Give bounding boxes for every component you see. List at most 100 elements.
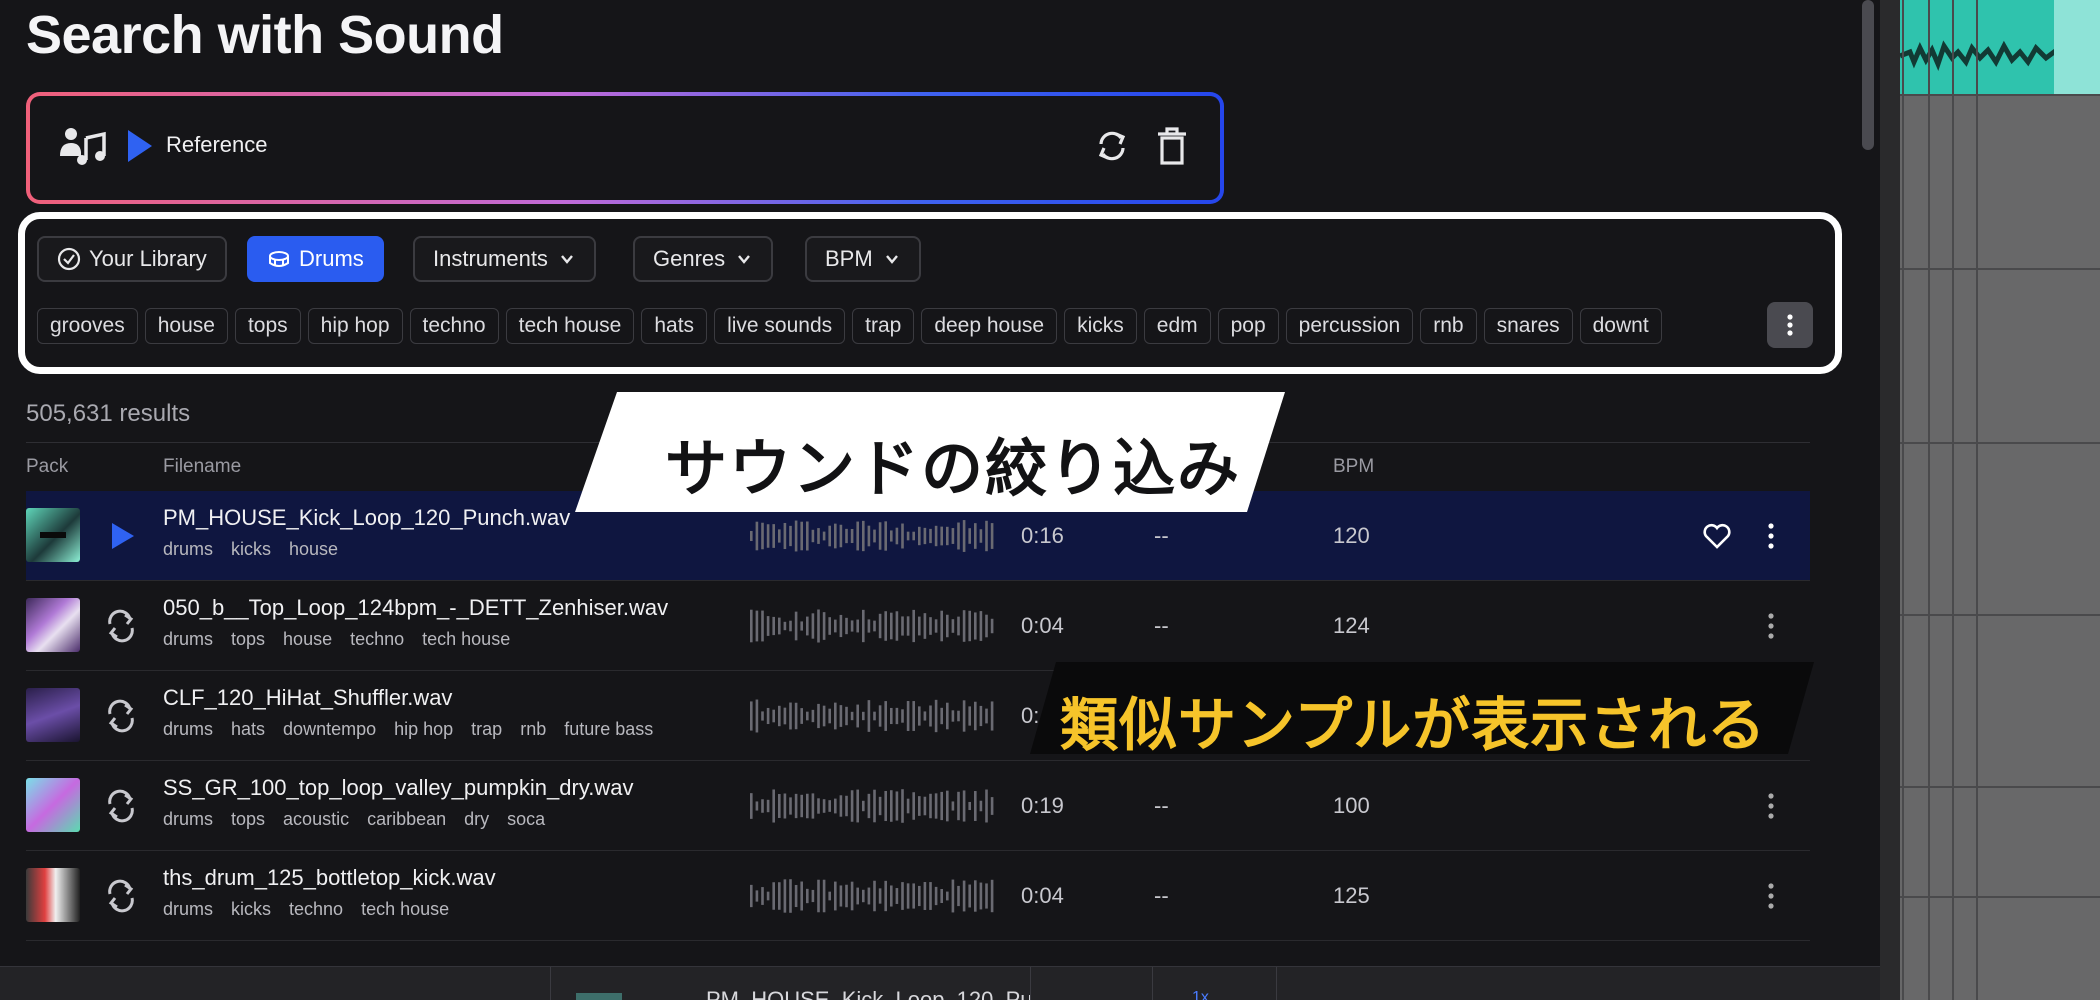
- tag-filter[interactable]: snares: [1483, 308, 1573, 344]
- sample-tag[interactable]: dry: [464, 809, 489, 829]
- reference-label: Reference: [166, 132, 268, 157]
- sounds-app: Search with Sound Reference Your Library…: [0, 0, 1880, 1000]
- chip-label: Genres: [653, 246, 726, 271]
- sample-filename[interactable]: PM_HOUSE_Kick_Loop_120_Punch.wav: [163, 505, 570, 531]
- sample-tag[interactable]: acoustic: [283, 809, 349, 829]
- filter-panel: Your Library Drums Instruments Genres BP…: [18, 212, 1842, 374]
- instruments-dropdown[interactable]: Instruments: [413, 236, 596, 282]
- sample-filename[interactable]: CLF_120_HiHat_Shuffler.wav: [163, 685, 452, 711]
- sample-tag[interactable]: hats: [231, 719, 265, 739]
- results-count: 505,631 results: [26, 400, 191, 427]
- more-vertical-icon[interactable]: [1766, 521, 1776, 551]
- drums-chip[interactable]: Drums: [247, 236, 384, 282]
- sample-tag[interactable]: tops: [231, 809, 265, 829]
- loop-icon[interactable]: [104, 879, 138, 913]
- column-header-filename[interactable]: Filename: [163, 456, 241, 478]
- sample-tag[interactable]: kicks: [231, 899, 271, 919]
- table-row[interactable]: ths_drum_125_bottletop_kick.wav drums kic…: [26, 851, 1810, 941]
- sample-tag[interactable]: hip hop: [394, 719, 453, 739]
- sample-tag[interactable]: tech house: [422, 629, 510, 649]
- tag-filter[interactable]: tech house: [505, 308, 635, 344]
- tag-filter[interactable]: grooves: [37, 308, 138, 344]
- tag-filter[interactable]: techno: [409, 308, 499, 344]
- tag-filter[interactable]: rnb: [1420, 308, 1477, 344]
- heart-icon[interactable]: [1702, 521, 1732, 551]
- sample-filename[interactable]: 050_b__Top_Loop_124bpm_-_DETT_Zenhiser.w…: [163, 595, 668, 621]
- play-icon[interactable]: [104, 519, 138, 553]
- tag-filter-row: grooves house tops hip hop techno tech house h…: [37, 308, 1767, 346]
- tag-filter[interactable]: deep house: [921, 308, 1058, 344]
- pack-artwork[interactable]: [26, 868, 80, 922]
- tag-filter[interactable]: live sounds: [714, 308, 846, 344]
- sample-tag[interactable]: drums: [163, 719, 213, 739]
- sample-tag[interactable]: caribbean: [367, 809, 446, 829]
- genres-dropdown[interactable]: Genres: [633, 236, 774, 282]
- pack-artwork[interactable]: [26, 508, 80, 562]
- more-tags-button[interactable]: [1767, 302, 1813, 348]
- waveform[interactable]: [750, 518, 1000, 554]
- sample-tag[interactable]: drums: [163, 899, 213, 919]
- sample-tag[interactable]: kicks: [231, 539, 271, 559]
- sample-tags: drums kicks techno tech house: [163, 899, 467, 920]
- column-header-pack[interactable]: Pack: [26, 456, 68, 478]
- more-vertical-icon[interactable]: [1766, 791, 1776, 821]
- pack-artwork[interactable]: [26, 688, 80, 742]
- sample-tag[interactable]: techno: [289, 899, 343, 919]
- chevron-down-icon: [561, 255, 573, 264]
- sample-tag[interactable]: drums: [163, 809, 213, 829]
- tag-filter[interactable]: trap: [852, 308, 915, 344]
- tag-filter[interactable]: hats: [641, 308, 708, 344]
- sample-tags: drums kicks house: [163, 539, 356, 560]
- tag-filter[interactable]: hip hop: [307, 308, 403, 344]
- sample-tag[interactable]: soca: [507, 809, 545, 829]
- sample-filename[interactable]: SS_GR_100_top_loop_valley_pumpkin_dry.wa…: [163, 775, 633, 801]
- reference-play-icon[interactable]: [124, 128, 154, 164]
- sample-bpm: 120: [1333, 523, 1370, 548]
- reference-panel: Reference: [26, 92, 1224, 204]
- pack-artwork[interactable]: [26, 598, 80, 652]
- more-vertical-icon[interactable]: [1766, 611, 1776, 641]
- tag-filter[interactable]: tops: [234, 308, 301, 344]
- sample-tag[interactable]: future bass: [564, 719, 653, 739]
- tag-filter[interactable]: percussion: [1285, 308, 1414, 344]
- tag-filter[interactable]: downt: [1579, 308, 1662, 344]
- waveform[interactable]: [750, 698, 1000, 734]
- refresh-icon[interactable]: [1094, 128, 1130, 164]
- your-library-chip[interactable]: Your Library: [37, 236, 227, 282]
- column-header-bpm[interactable]: BPM: [1333, 456, 1374, 478]
- waveform[interactable]: [750, 608, 1000, 644]
- daw-arrangement-panel: [1880, 0, 2100, 1000]
- loop-icon[interactable]: [104, 609, 138, 643]
- sample-tag[interactable]: tech house: [361, 899, 449, 919]
- sample-tag[interactable]: downtempo: [283, 719, 376, 739]
- playback-speed[interactable]: 1x: [1192, 989, 1209, 1000]
- sample-tag[interactable]: drums: [163, 539, 213, 559]
- sample-duration: 0:04: [1021, 883, 1064, 908]
- waveform[interactable]: [750, 878, 1000, 914]
- table-row[interactable]: SS_GR_100_top_loop_valley_pumpkin_dry.wa…: [26, 761, 1810, 851]
- trash-icon[interactable]: [1154, 126, 1190, 166]
- sample-tag[interactable]: house: [283, 629, 332, 649]
- chevron-down-icon: [885, 255, 898, 264]
- audio-clip-selected[interactable]: [2054, 0, 2100, 94]
- more-vertical-icon[interactable]: [1766, 881, 1776, 911]
- sample-tag[interactable]: techno: [350, 629, 404, 649]
- bpm-dropdown[interactable]: BPM: [805, 236, 921, 282]
- sample-filename[interactable]: ths_drum_125_bottletop_kick.wav: [163, 865, 496, 891]
- sample-tag[interactable]: house: [289, 539, 338, 559]
- waveform[interactable]: [750, 788, 1000, 824]
- sample-tag[interactable]: rnb: [520, 719, 546, 739]
- sample-tag[interactable]: trap: [471, 719, 502, 739]
- tag-filter[interactable]: edm: [1143, 308, 1211, 344]
- sample-tag[interactable]: tops: [231, 629, 265, 649]
- loop-icon[interactable]: [104, 699, 138, 733]
- loop-icon[interactable]: [104, 789, 138, 823]
- table-row[interactable]: 050_b__Top_Loop_124bpm_-_DETT_Zenhiser.w…: [26, 581, 1810, 671]
- scrollbar[interactable]: [1862, 0, 1874, 150]
- pack-artwork[interactable]: [26, 778, 80, 832]
- results-caption-text: 類似サンプルが表示される: [1060, 691, 1767, 759]
- sample-tag[interactable]: drums: [163, 629, 213, 649]
- tag-filter[interactable]: kicks: [1064, 308, 1137, 344]
- tag-filter[interactable]: house: [144, 308, 228, 344]
- tag-filter[interactable]: pop: [1217, 308, 1279, 344]
